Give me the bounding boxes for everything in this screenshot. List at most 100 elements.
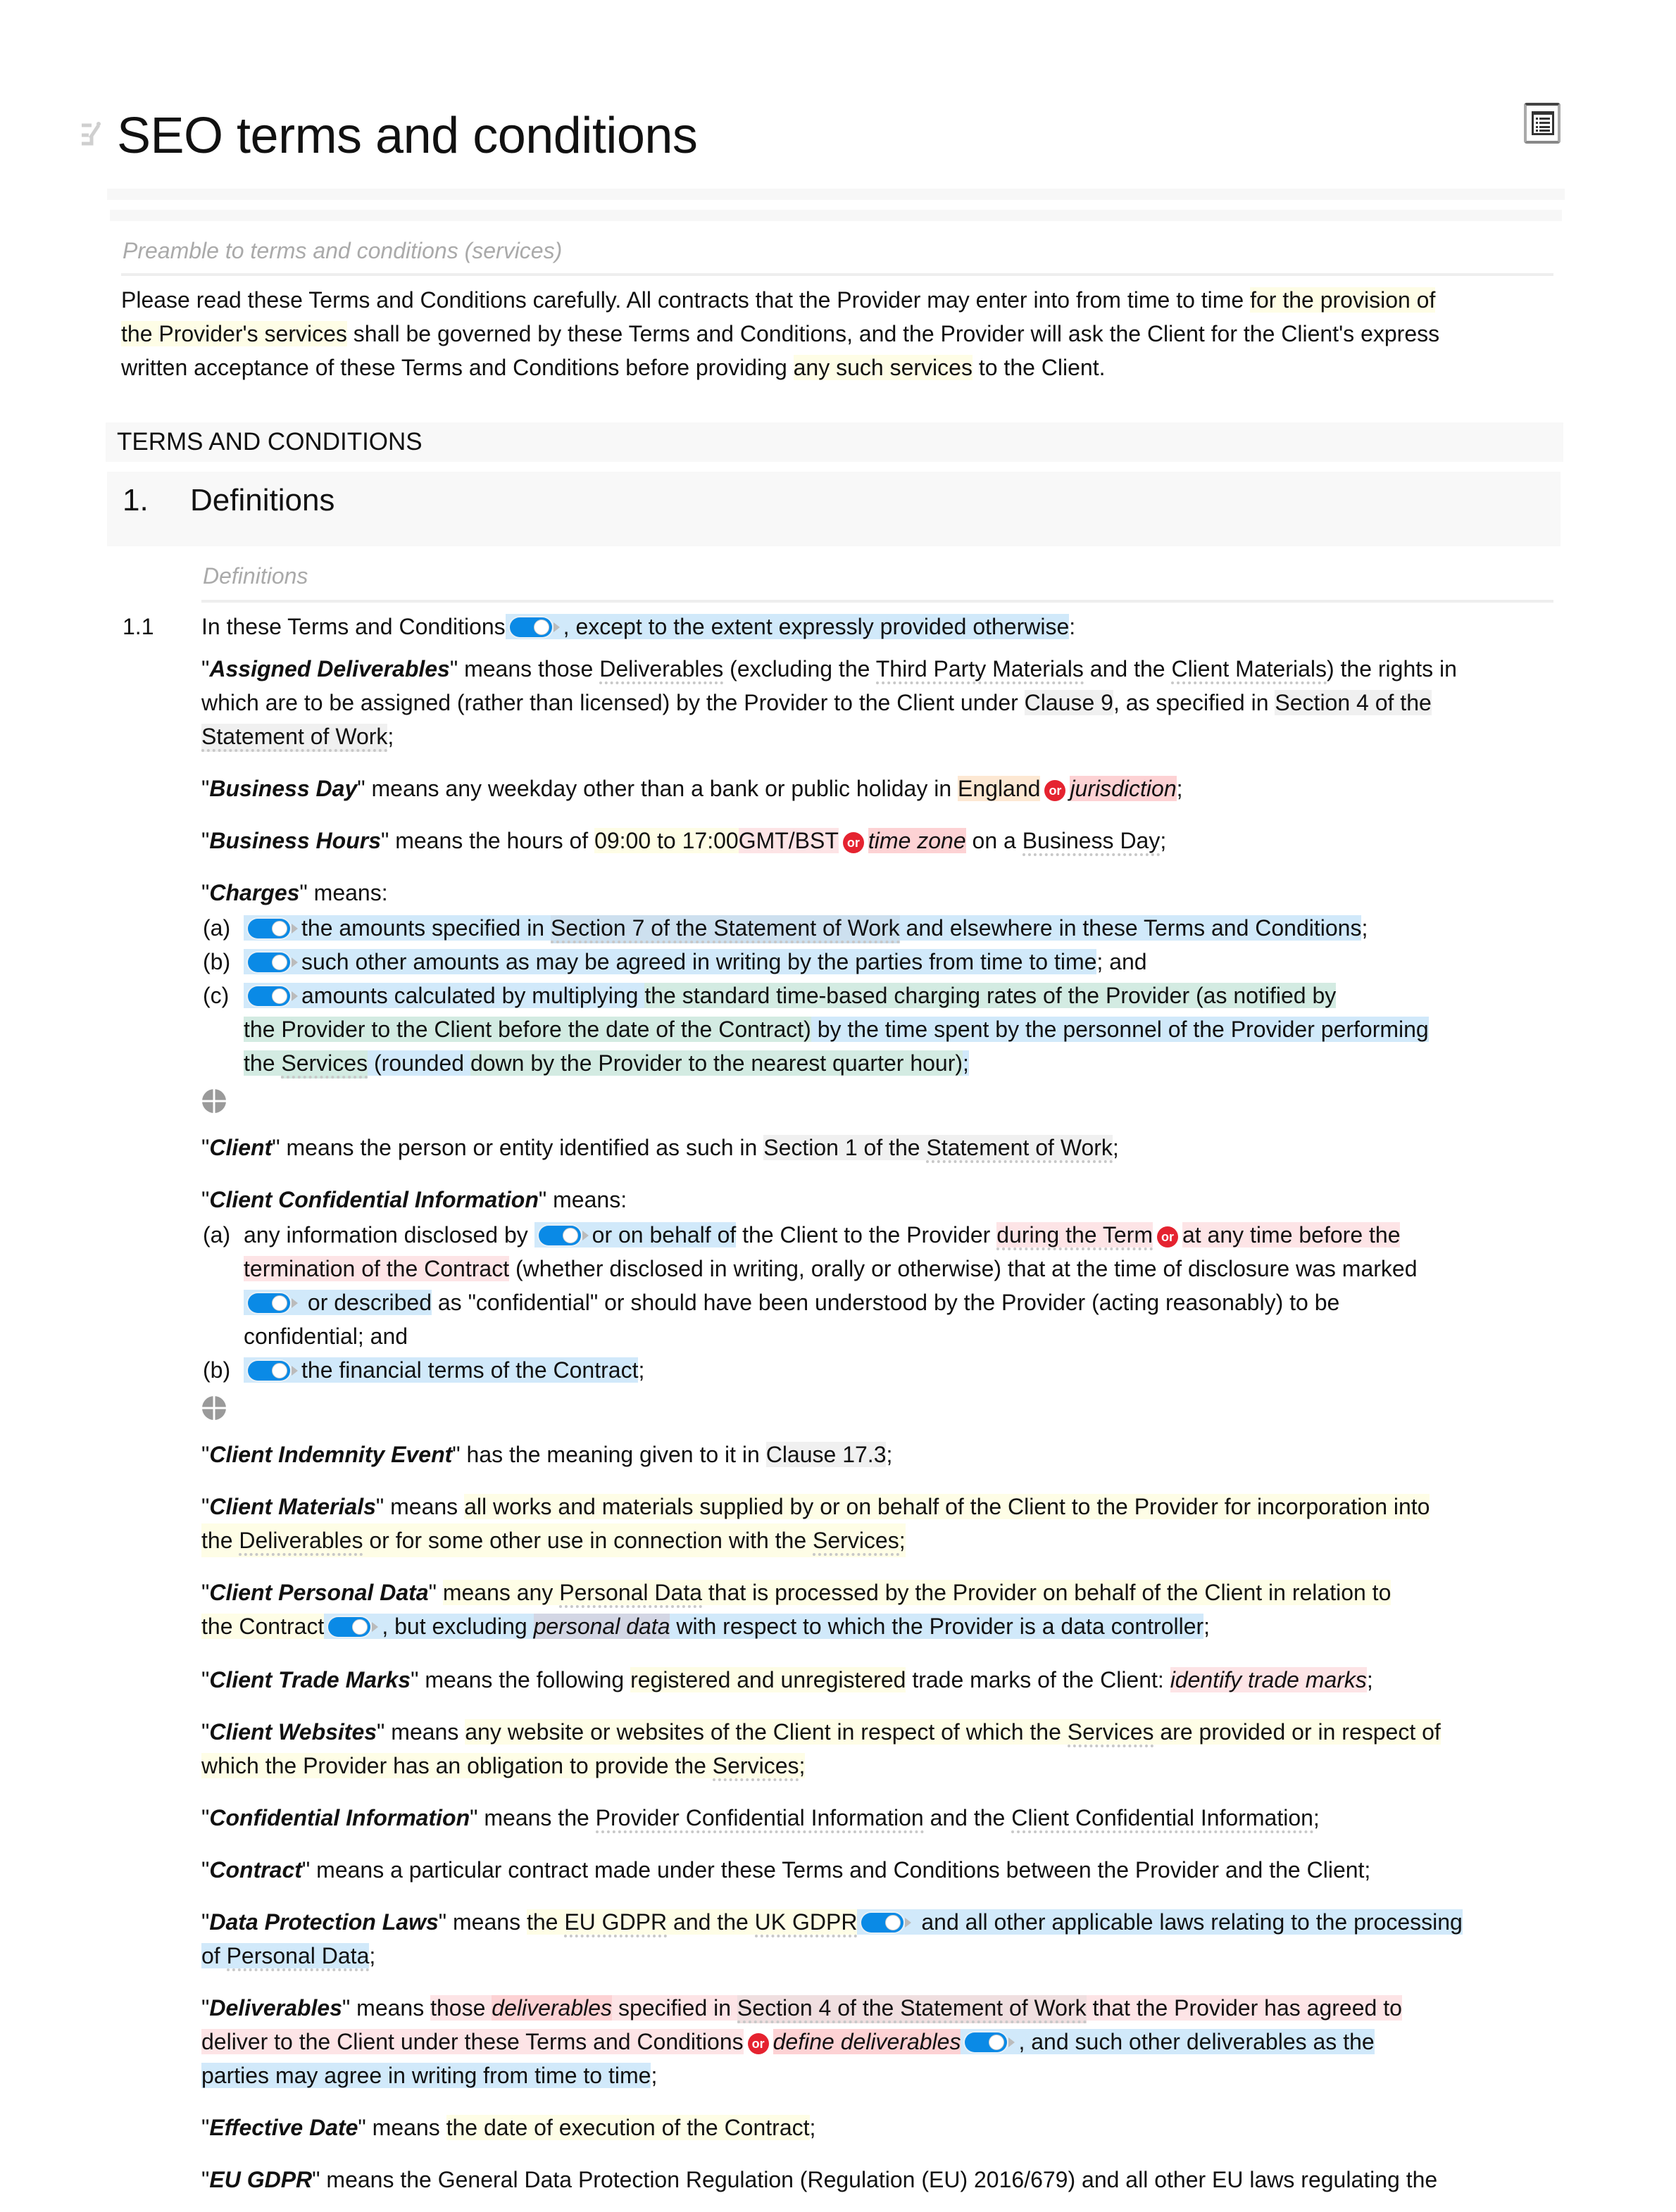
toggle-switch[interactable]: [509, 617, 561, 637]
choice-option[interactable]: GMT/BST: [738, 828, 839, 853]
preamble-text: Please read these Terms and Conditions c…: [121, 287, 1440, 380]
charges-item-c: amounts calculated by multiplying the st…: [244, 979, 1568, 1080]
term-link[interactable]: Deliverables: [239, 1528, 363, 1556]
charges-item-b: such other amounts as may be agreed in w…: [244, 945, 1147, 979]
definition-charges: "Charges" means:: [201, 880, 388, 905]
definition-client-indemnity-event: "Client Indemnity Event" has the meaning…: [201, 1442, 893, 1467]
variable-text[interactable]: 09:00 to 17:00: [594, 828, 739, 853]
or-badge[interactable]: or: [842, 832, 864, 853]
add-circle-icon[interactable]: [201, 1088, 227, 1114]
divider-band: [107, 189, 1565, 200]
variable-text[interactable]: the Provider's services: [121, 321, 347, 346]
choice-option[interactable]: termination of the Contract: [244, 1256, 510, 1281]
cross-reference[interactable]: Clause 17.3: [765, 1442, 887, 1467]
term-link[interactable]: Third Party Materials: [875, 656, 1084, 684]
cross-reference[interactable]: Section 4 of the Statement of Work: [737, 1995, 1087, 2023]
definition-eu-gdpr: "EU GDPR" means the General Data Protect…: [201, 2167, 1438, 2192]
preamble-rule: [121, 273, 1553, 276]
toggle-switch[interactable]: [248, 1293, 299, 1313]
definition-client-trade-marks: "Client Trade Marks" means the following…: [201, 1667, 1373, 1692]
definition-client-websites: "Client Websites" means any website or w…: [201, 1715, 1568, 1783]
item-letter: (a): [203, 1222, 231, 1248]
toggle-switch[interactable]: [965, 2032, 1015, 2052]
section-title: Definitions: [190, 483, 335, 517]
toggle-switch[interactable]: [538, 1226, 589, 1245]
term-link[interactable]: Services: [712, 1753, 799, 1781]
edit-pencil-icon[interactable]: [80, 120, 101, 148]
variable-text[interactable]: the Provider to the Client before the da…: [244, 1017, 811, 1042]
choice-option[interactable]: during the Term: [996, 1222, 1153, 1250]
definition-contract: "Contract" means a particular contract m…: [201, 1857, 1371, 1883]
definition-client-materials: "Client Materials" means all works and m…: [201, 1490, 1568, 1557]
definition-client: "Client" means the person or entity iden…: [201, 1131, 1119, 1164]
toggle-switch[interactable]: [248, 1361, 299, 1381]
variable-text[interactable]: for the provision of: [1250, 287, 1436, 313]
item-letter: (b): [203, 1357, 231, 1383]
title-row: SEO terms and conditions: [77, 99, 1570, 169]
cross-reference[interactable]: Section 7 of the Statement of Work: [550, 915, 900, 943]
toggle-switch[interactable]: [248, 919, 299, 938]
cross-reference[interactable]: Statement of Work: [201, 724, 388, 752]
placeholder-text[interactable]: identify trade marks: [1170, 1667, 1367, 1692]
toggle-switch[interactable]: [248, 986, 299, 1006]
variable-text[interactable]: the standard time-based charging rates o…: [644, 983, 1337, 1008]
term-link[interactable]: Services: [813, 1528, 899, 1556]
optional-text: , except to the extent expressly provide…: [505, 614, 1070, 639]
definition-confidential-information: "Confidential Information" means the Pro…: [201, 1801, 1320, 1835]
definition-deliverables: "Deliverables" means those deliverables …: [201, 1995, 1402, 2088]
variable-text[interactable]: all works and materials supplied by or o…: [464, 1494, 1430, 1519]
variable-text[interactable]: the date of execution of the Contract: [446, 2115, 810, 2140]
choice-option[interactable]: England: [958, 776, 1041, 801]
definition-business-hours: "Business Hours" means the hours of 09:0…: [201, 824, 1166, 857]
term-link[interactable]: Business Day: [1022, 828, 1161, 856]
term-link[interactable]: UK GDPR: [754, 1909, 858, 1937]
divider-band: [110, 210, 1562, 221]
variable-text[interactable]: registered and unregistered: [630, 1667, 906, 1692]
term-link[interactable]: Personal Data: [226, 1943, 370, 1971]
placeholder-option[interactable]: time zone: [868, 828, 966, 853]
term-link[interactable]: Client Confidential Information: [1011, 1805, 1313, 1833]
term-link[interactable]: EU GDPR: [564, 1909, 668, 1937]
toggle-switch[interactable]: [861, 1913, 912, 1933]
cci-item-b: the financial terms of the Contract;: [244, 1353, 644, 1387]
placeholder-option[interactable]: jurisdiction: [1070, 776, 1177, 801]
choice-option[interactable]: deliver to the Client under these Terms …: [201, 2029, 744, 2054]
variable-text[interactable]: any such services: [793, 355, 973, 380]
terms-heading: TERMS AND CONDITIONS: [117, 428, 423, 455]
term-link[interactable]: Services: [281, 1050, 368, 1079]
term-link[interactable]: Client Materials: [1171, 656, 1327, 684]
cross-reference[interactable]: Clause 9: [1024, 690, 1113, 715]
document-title: SEO terms and conditions: [117, 108, 698, 164]
item-letter: (b): [203, 949, 231, 974]
table-of-contents-button[interactable]: [1524, 103, 1561, 144]
term-link[interactable]: Personal Data: [559, 1580, 703, 1608]
definition-business-day: "Business Day" means any weekday other t…: [201, 776, 1183, 801]
definition-client-confidential-information: "Client Confidential Information" means:: [201, 1187, 627, 1212]
cross-reference[interactable]: Section 4 of the: [1275, 690, 1432, 715]
clause-number: 1.1: [123, 614, 154, 639]
item-letter: (a): [203, 915, 231, 941]
cci-item-a: any information disclosed by or on behal…: [244, 1222, 1418, 1349]
term-link[interactable]: Deliverables: [599, 656, 724, 684]
or-badge[interactable]: or: [747, 2033, 769, 2054]
definitions-sublabel: Definitions: [203, 563, 308, 589]
definitions-rule: [201, 600, 1553, 603]
placeholder-text[interactable]: personal data: [533, 1614, 670, 1639]
clause-intro: In these Terms and Conditions, except to…: [201, 614, 1076, 639]
definition-assigned-deliverables: "Assigned Deliverables" means those Deli…: [201, 652, 1568, 753]
or-badge[interactable]: or: [1044, 780, 1066, 801]
choice-option[interactable]: at any time before the: [1182, 1222, 1401, 1248]
item-letter: (c): [203, 983, 230, 1008]
definition-data-protection-laws: "Data Protection Laws" means the EU GDPR…: [201, 1905, 1568, 1973]
placeholder-option[interactable]: define deliverables: [773, 2029, 961, 2054]
variable-text[interactable]: down by the Provider to the nearest quar…: [470, 1050, 963, 1076]
add-circle-icon[interactable]: [201, 1395, 227, 1421]
table-of-contents-icon: [1532, 111, 1554, 135]
or-badge[interactable]: or: [1156, 1226, 1178, 1248]
cross-reference[interactable]: Section 1 of the Statement of Work: [763, 1135, 1113, 1163]
toggle-switch[interactable]: [248, 953, 299, 972]
term-link[interactable]: Provider Confidential Information: [595, 1805, 924, 1833]
term-link[interactable]: Services: [1067, 1719, 1154, 1747]
placeholder-text[interactable]: deliverables: [492, 1995, 613, 2021]
toggle-switch[interactable]: [328, 1617, 379, 1637]
